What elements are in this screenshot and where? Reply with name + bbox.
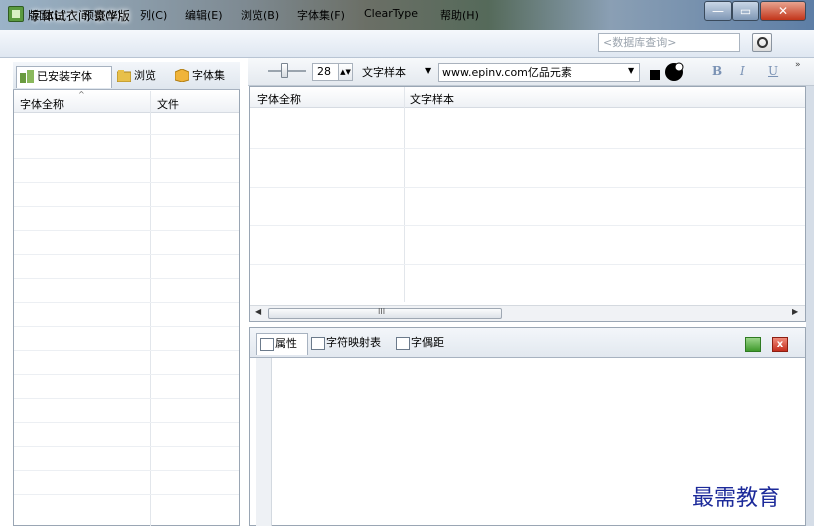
kerning-icon: [396, 337, 410, 350]
column-font-name[interactable]: 字体全称: [257, 91, 301, 107]
tab-label: 属性: [275, 337, 297, 350]
folder-icon: [116, 69, 132, 83]
chevron-down-icon[interactable]: ▼: [628, 66, 634, 75]
tab-browse[interactable]: 浏览: [114, 66, 170, 88]
close-button[interactable]: ✕: [760, 1, 806, 21]
menu-font-collection[interactable]: 字体集(F): [297, 7, 345, 23]
list-row-line: [14, 422, 239, 423]
tab-character-map[interactable]: 字符映射表: [308, 333, 392, 355]
font-size-spinner[interactable]: ▲▼: [338, 63, 353, 81]
underline-button[interactable]: U: [768, 64, 778, 78]
list-row-line: [250, 148, 805, 149]
close-icon[interactable]: x: [772, 337, 788, 352]
tab-label: 字偶距: [411, 336, 444, 349]
column-sample-text[interactable]: 文字样本: [410, 91, 454, 107]
sample-mode-dropdown[interactable]: 文字样本: [362, 64, 406, 80]
list-row-line: [14, 350, 239, 351]
color-picker-icon[interactable]: [648, 60, 692, 84]
menu-help[interactable]: 帮助(H): [440, 7, 479, 23]
tab-label: 字体集: [192, 69, 225, 82]
scroll-left-icon[interactable]: ◀: [255, 307, 261, 316]
list-row-line: [14, 398, 239, 399]
list-row-line: [14, 494, 239, 495]
tab-label: 浏览: [134, 69, 156, 82]
list-row-line: [14, 302, 239, 303]
sort-ascending-icon: ^: [78, 90, 85, 99]
installed-fonts-icon: [20, 70, 34, 83]
tab-kerning[interactable]: 字偶距: [393, 333, 453, 355]
maximize-button[interactable]: ▭: [732, 1, 759, 21]
list-row-line: [14, 446, 239, 447]
italic-button[interactable]: I: [740, 64, 745, 78]
scroll-right-icon[interactable]: ▶: [792, 307, 798, 316]
bold-button[interactable]: B: [712, 64, 722, 78]
minimize-button[interactable]: —: [704, 1, 732, 21]
tab-properties[interactable]: 属性: [256, 333, 308, 355]
list-row-line: [250, 225, 805, 226]
tab-label: 已安装字体: [37, 70, 92, 83]
list-row-line: [14, 278, 239, 279]
tab-label: 字符映射表: [326, 336, 381, 349]
export-icon[interactable]: [745, 337, 761, 352]
toolbar-overflow-button[interactable]: »: [795, 60, 801, 70]
menu-columns[interactable]: 列(C): [140, 7, 167, 23]
search-icon[interactable]: [752, 33, 772, 52]
column-file[interactable]: 文件: [157, 96, 179, 112]
list-row-line: [14, 182, 239, 183]
menu-layout[interactable]: 版面(L): [28, 7, 65, 23]
sample-text-input[interactable]: www.epinv.com亿品元素: [438, 63, 640, 82]
tab-font-collection[interactable]: 字体集: [172, 66, 238, 88]
scrollbar-grip: III: [378, 307, 386, 316]
menu-preview[interactable]: 预览(V): [83, 7, 121, 23]
list-row-line: [14, 230, 239, 231]
menu-edit[interactable]: 编辑(E): [185, 7, 223, 23]
preview-list-header: [250, 87, 805, 108]
menu-cleartype[interactable]: ClearType: [364, 7, 418, 20]
column-divider: [404, 87, 405, 302]
app-icon: [8, 6, 24, 22]
list-row-line: [14, 134, 239, 135]
column-font-name[interactable]: 字体全称: [20, 96, 64, 112]
list-row-line: [14, 470, 239, 471]
list-row-line: [250, 187, 805, 188]
watermark: 最需教育: [692, 486, 781, 511]
font-preview-list: [249, 86, 806, 322]
list-row-line: [14, 326, 239, 327]
list-row-line: [14, 158, 239, 159]
menu-browse[interactable]: 浏览(B): [241, 7, 279, 23]
box-icon: [174, 68, 190, 83]
tab-installed-fonts[interactable]: 已安装字体: [16, 66, 112, 88]
search-input[interactable]: <数据库查询>: [598, 33, 740, 52]
font-list-panel: [13, 62, 240, 526]
column-divider: [150, 91, 151, 526]
list-row-line: [14, 254, 239, 255]
list-row-line: [250, 264, 805, 265]
list-row-line: [14, 206, 239, 207]
font-size-slider-thumb[interactable]: [281, 63, 288, 78]
charmap-icon: [311, 337, 325, 350]
chevron-down-icon[interactable]: ▼: [425, 66, 431, 75]
properties-icon: [260, 338, 274, 351]
window-edge: [806, 86, 814, 526]
list-row-line: [14, 374, 239, 375]
properties-gutter: [256, 358, 272, 526]
